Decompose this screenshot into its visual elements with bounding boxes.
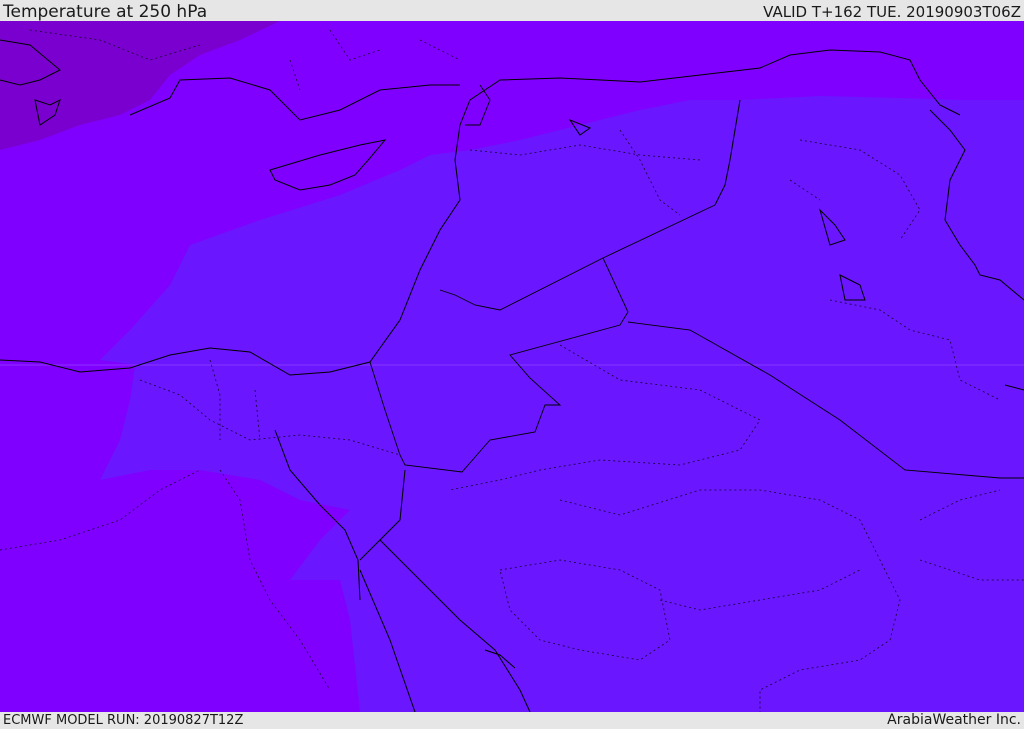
map-canvas [0,21,1024,712]
valid-time-label: VALID T+162 TUE. 20190903T06Z [763,3,1021,21]
header-bar: Temperature at 250 hPa VALID T+162 TUE. … [0,0,1024,22]
map-title: Temperature at 250 hPa [3,2,208,22]
credit-label: ArabiaWeather Inc. [887,712,1021,728]
footer-bar: ECMWF MODEL RUN: 20190827T12Z ArabiaWeat… [0,712,1024,729]
model-run-label: ECMWF MODEL RUN: 20190827T12Z [3,713,244,728]
